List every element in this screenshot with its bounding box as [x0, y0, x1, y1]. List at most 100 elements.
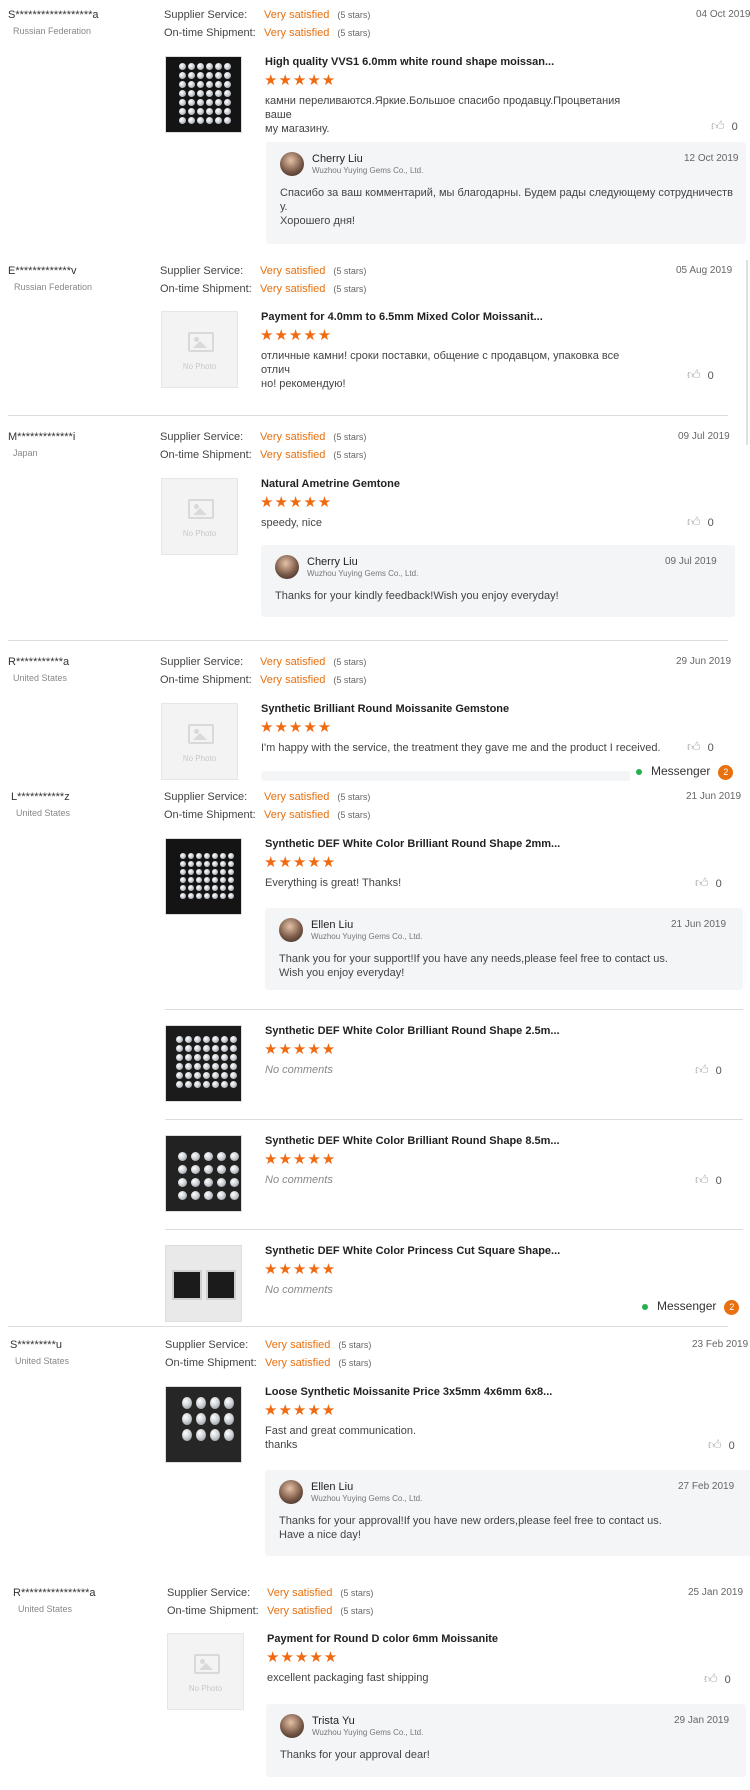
- seller-company: Wuzhou Yuying Gems Co., Ltd.: [307, 569, 419, 578]
- helpful-button[interactable]: 👍︎ 0: [695, 875, 722, 891]
- product-thumbnail[interactable]: [165, 1245, 242, 1322]
- messenger-button[interactable]: Messenger 2: [630, 762, 734, 782]
- gem-box-icon: [206, 1270, 236, 1300]
- product-thumbnail[interactable]: No Photo: [161, 311, 238, 388]
- messenger-button[interactable]: Messenger 2: [636, 1297, 740, 1317]
- rating-stars-text: (5 stars): [333, 266, 367, 276]
- no-comments-label: No comments: [265, 1064, 333, 1076]
- rating-value: Very satisfied: [260, 656, 326, 668]
- helpful-count: 0: [731, 121, 738, 133]
- helpful-count: 0: [728, 1440, 735, 1452]
- buyer-name: R****************a: [13, 1587, 96, 1599]
- product-block: High quality VVS1 6.0mm white round shap…: [165, 56, 745, 146]
- product-thumbnail[interactable]: [165, 56, 242, 133]
- online-dot-icon: [636, 768, 642, 775]
- buyer-country: Russian Federation: [13, 26, 92, 36]
- reply-text: Thanks for your approval dear!: [280, 1749, 430, 1761]
- on-time-shipment-rating: On-time Shipment: Very satisfied (5 stars): [160, 283, 366, 295]
- messenger-unread-badge: 2: [724, 1300, 740, 1315]
- buyer-name: E*************v: [8, 265, 77, 277]
- on-time-shipment-rating: On-time Shipment: Very satisfied (5 stars): [160, 674, 366, 686]
- rating-value: Very satisfied: [260, 283, 326, 295]
- rating-stars-text: (5 stars): [333, 657, 367, 667]
- seller-company: Wuzhou Yuying Gems Co., Ltd.: [311, 1494, 423, 1503]
- product-title[interactable]: Synthetic DEF White Color Brilliant Roun…: [265, 838, 560, 850]
- reply-date: 27 Feb 2019: [678, 1481, 735, 1492]
- product-title[interactable]: High quality VVS1 6.0mm white round shap…: [265, 56, 554, 68]
- review-divider: [8, 415, 728, 416]
- helpful-button[interactable]: 👍︎ 0: [708, 1437, 735, 1453]
- seller-reply: Cherry Liu Wuzhou Yuying Gems Co., Ltd. …: [266, 142, 746, 244]
- image-placeholder-icon: [188, 499, 214, 519]
- gem-grid-icon: [182, 1397, 234, 1441]
- supplier-service-rating: Supplier Service: Very satisfied (5 stars): [164, 791, 370, 803]
- supplier-service-label: Supplier Service:: [160, 431, 244, 443]
- product-title[interactable]: Natural Ametrine Gemtone: [261, 478, 400, 490]
- on-time-shipment-rating: On-time Shipment: Very satisfied (5 stars): [167, 1605, 373, 1617]
- seller-company: Wuzhou Yuying Gems Co., Ltd.: [312, 166, 424, 175]
- helpful-button[interactable]: 👍︎ 0: [695, 1062, 722, 1078]
- on-time-shipment-label: On-time Shipment:: [164, 27, 256, 39]
- rating-stars-text: (5 stars): [337, 792, 371, 802]
- reply-text: Thanks for your approval!If you have new…: [279, 1515, 662, 1541]
- helpful-button[interactable]: 👍︎ 0: [695, 1172, 722, 1188]
- product-star-rating: ★★★★★: [266, 1649, 339, 1666]
- buyer-country: Russian Federation: [14, 282, 93, 292]
- buyer-country: United States: [13, 673, 68, 683]
- product-thumbnail[interactable]: [165, 1386, 242, 1463]
- supplier-service-rating: Supplier Service: Very satisfied (5 stars): [160, 431, 366, 443]
- review-date: 23 Feb 2019: [692, 1339, 749, 1350]
- product-star-rating: ★★★★★: [264, 854, 337, 871]
- messenger-label: Messenger: [651, 764, 711, 778]
- rating-stars-text: (5 stars): [337, 10, 371, 20]
- helpful-count: 0: [707, 742, 714, 754]
- product-title[interactable]: Synthetic Brilliant Round Moissanite Gem…: [261, 703, 509, 715]
- product-thumbnail[interactable]: No Photo: [167, 1633, 244, 1710]
- on-time-shipment-label: On-time Shipment:: [164, 809, 256, 821]
- rating-value: Very satisfied: [265, 1357, 331, 1369]
- image-placeholder-icon: [194, 1654, 220, 1674]
- no-photo-label: No Photo: [182, 529, 217, 538]
- helpful-count: 0: [707, 517, 714, 529]
- rating-stars-text: (5 stars): [337, 810, 371, 820]
- helpful-button[interactable]: 👍︎ 0: [687, 367, 714, 383]
- rating-value: Very satisfied: [267, 1587, 333, 1599]
- review-divider: [8, 1326, 728, 1327]
- review-comment: I'm happy with the service, the treatmen…: [261, 742, 661, 754]
- rating-stars-text: (5 stars): [333, 675, 367, 685]
- on-time-shipment-label: On-time Shipment:: [160, 674, 252, 686]
- helpful-count: 0: [715, 1065, 722, 1077]
- messenger-label: Messenger: [657, 1299, 717, 1313]
- scrollbar[interactable]: [746, 260, 748, 445]
- product-thumbnail[interactable]: [165, 838, 242, 915]
- rating-value: Very satisfied: [260, 265, 326, 277]
- thumbs-up-icon: 👍︎: [695, 1062, 709, 1077]
- product-title[interactable]: Synthetic DEF White Color Brilliant Roun…: [265, 1135, 560, 1147]
- seller-reply: Cherry Liu Wuzhou Yuying Gems Co., Ltd. …: [261, 545, 735, 617]
- product-thumbnail[interactable]: No Photo: [161, 703, 238, 780]
- helpful-button[interactable]: 👍︎ 0: [704, 1671, 731, 1687]
- product-block: Synthetic DEF White Color Brilliant Roun…: [165, 1025, 745, 1105]
- image-placeholder-icon: [188, 724, 214, 744]
- helpful-button[interactable]: 👍︎ 0: [687, 514, 714, 530]
- supplier-service-rating: Supplier Service: Very satisfied (5 stars): [165, 1339, 371, 1351]
- product-title[interactable]: Payment for 4.0mm to 6.5mm Mixed Color M…: [261, 311, 543, 323]
- product-thumbnail[interactable]: [165, 1135, 242, 1212]
- product-title[interactable]: Payment for Round D color 6mm Moissanite: [267, 1633, 498, 1645]
- product-star-rating: ★★★★★: [264, 1402, 337, 1419]
- product-title[interactable]: Synthetic DEF White Color Princess Cut S…: [265, 1245, 560, 1257]
- product-star-rating: ★★★★★: [264, 1151, 337, 1168]
- helpful-button[interactable]: 👍︎ 0: [711, 118, 738, 134]
- no-photo-label: No Photo: [188, 1684, 223, 1693]
- thumbs-up-icon: 👍︎: [695, 875, 709, 890]
- product-thumbnail[interactable]: No Photo: [161, 478, 238, 555]
- product-divider: [165, 1009, 743, 1010]
- product-title[interactable]: Loose Synthetic Moissanite Price 3x5mm 4…: [265, 1386, 552, 1398]
- rating-stars-text: (5 stars): [338, 1340, 372, 1350]
- product-title[interactable]: Synthetic DEF White Color Brilliant Roun…: [265, 1025, 560, 1037]
- product-thumbnail[interactable]: [165, 1025, 242, 1102]
- supplier-service-rating: Supplier Service: Very satisfied (5 stars): [164, 9, 370, 21]
- review-date: 29 Jun 2019: [676, 656, 732, 667]
- thumbs-up-icon: 👍︎: [687, 739, 701, 754]
- helpful-button[interactable]: 👍︎ 0: [687, 739, 714, 755]
